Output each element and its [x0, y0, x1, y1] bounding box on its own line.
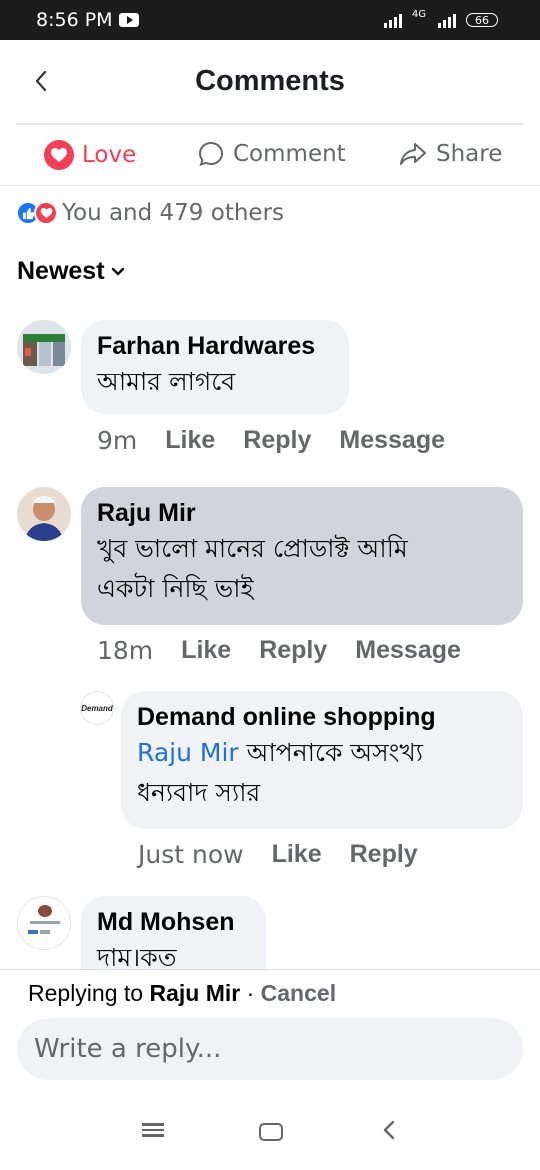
- avatar[interactable]: [17, 487, 71, 541]
- battery-level: 66: [475, 13, 489, 27]
- page-title: Comments: [195, 64, 345, 97]
- comment-time: 9m: [97, 426, 138, 455]
- back-button[interactable]: [24, 64, 58, 98]
- comment-author[interactable]: Raju Mir: [97, 497, 507, 529]
- reply-link[interactable]: Reply: [259, 636, 327, 665]
- battery-icon: 66: [466, 13, 498, 27]
- avatar[interactable]: [17, 896, 71, 950]
- comment-actions: 18m Like Reply Message: [97, 636, 489, 665]
- replying-target: Raju Mir: [149, 980, 241, 1006]
- reply-link[interactable]: Reply: [243, 426, 311, 455]
- share-icon: [400, 143, 426, 165]
- signal-icon-2: [438, 12, 456, 28]
- signal-icon: [383, 12, 402, 28]
- replying-to-row: Replying to Raju Mir · Cancel: [28, 980, 336, 1007]
- reply-author[interactable]: Demand online shopping: [137, 701, 507, 733]
- avatar[interactable]: [17, 320, 71, 374]
- reply-input[interactable]: Write a reply...: [17, 1018, 523, 1080]
- comment-clip: Md Mohsen দাম।কত: [0, 880, 540, 969]
- reactions-summary[interactable]: You and 479 others: [16, 200, 284, 226]
- header-divider: [16, 123, 524, 125]
- reply-placeholder: Write a reply...: [34, 1034, 222, 1064]
- comment-text: দাম।কত: [97, 943, 177, 969]
- status-left: 8:56 PM: [36, 9, 139, 31]
- status-bar: 8:56 PM 4G 66: [0, 0, 540, 40]
- youtube-icon: [118, 13, 139, 27]
- reactions-count: You and 479 others: [62, 200, 285, 226]
- reply-bubble[interactable]: Demand online shopping Raju Mir আপনাকে অ…: [121, 691, 523, 829]
- replying-prefix: Replying to: [28, 980, 150, 1006]
- message-link[interactable]: Message: [355, 636, 461, 665]
- avatar[interactable]: Demand: [80, 691, 114, 725]
- reply-actions: Just now Like Reply: [138, 840, 446, 869]
- menu-icon[interactable]: [138, 1120, 168, 1144]
- like-link[interactable]: Like: [181, 636, 231, 665]
- love-label: Love: [82, 142, 137, 168]
- status-time: 8:56 PM: [36, 9, 113, 31]
- comment-time: 18m: [97, 636, 154, 665]
- sort-label: Newest: [17, 257, 105, 285]
- comment-bubble[interactable]: Farhan Hardwares আমার লাগবে: [81, 320, 349, 414]
- reply-time: Just now: [138, 840, 244, 869]
- page-logo: Demand: [81, 703, 113, 713]
- like-link[interactable]: Like: [165, 426, 215, 455]
- comment-button[interactable]: Comment: [197, 140, 346, 168]
- chevron-left-icon: [35, 70, 47, 92]
- like-link[interactable]: Like: [272, 840, 322, 869]
- network-label: 4G: [411, 8, 426, 20]
- comment-bubble[interactable]: Md Mohsen দাম।কত: [81, 896, 266, 969]
- home-icon[interactable]: [256, 1120, 286, 1144]
- comment-author[interactable]: Farhan Hardwares: [97, 330, 333, 362]
- reply-divider: [0, 969, 540, 970]
- reply-link[interactable]: Reply: [350, 840, 418, 869]
- replying-separator: ·: [240, 980, 261, 1006]
- sort-dropdown[interactable]: Newest: [17, 257, 125, 286]
- reply-text-line-2: ধন্যবাদ স্যার: [137, 778, 261, 807]
- share-label: Share: [436, 141, 503, 167]
- comment-label: Comment: [233, 141, 346, 167]
- comment-bubble-highlighted[interactable]: Raju Mir খুব ভালো মানের প্রোডাক্ট আমি এক…: [81, 487, 523, 625]
- action-bar: Love Comment Share: [0, 126, 540, 186]
- comment-actions: 9m Like Reply Message: [97, 426, 473, 455]
- comment-icon: [198, 141, 224, 167]
- chevron-down-icon: [111, 267, 124, 275]
- love-reaction-icon: [34, 201, 58, 225]
- love-button[interactable]: Love: [44, 140, 136, 170]
- reaction-icons: [16, 201, 58, 225]
- mention-link[interactable]: Raju Mir: [137, 738, 239, 767]
- header: Comments: [0, 40, 540, 122]
- message-link[interactable]: Message: [339, 426, 445, 455]
- reply-text-line-1: Raju Mir আপনাকে অসংখ্য: [137, 733, 507, 773]
- share-button[interactable]: Share: [398, 140, 502, 168]
- comment-author[interactable]: Md Mohsen: [97, 906, 250, 938]
- system-nav-bar: [0, 1096, 540, 1170]
- cancel-reply-link[interactable]: Cancel: [261, 980, 336, 1006]
- heart-icon: [44, 140, 74, 170]
- comment-text-line-1: খুব ভালো মানের প্রোডাক্ট আমি: [97, 534, 408, 563]
- comment-text-line-2: একটা নিছি ভাই: [97, 574, 254, 603]
- comment-text: আমার লাগবে: [97, 367, 236, 396]
- reply-text-rest: আপনাকে অসংখ্য: [238, 738, 424, 767]
- status-right: 4G 66: [383, 8, 498, 28]
- back-nav-icon[interactable]: [374, 1120, 404, 1144]
